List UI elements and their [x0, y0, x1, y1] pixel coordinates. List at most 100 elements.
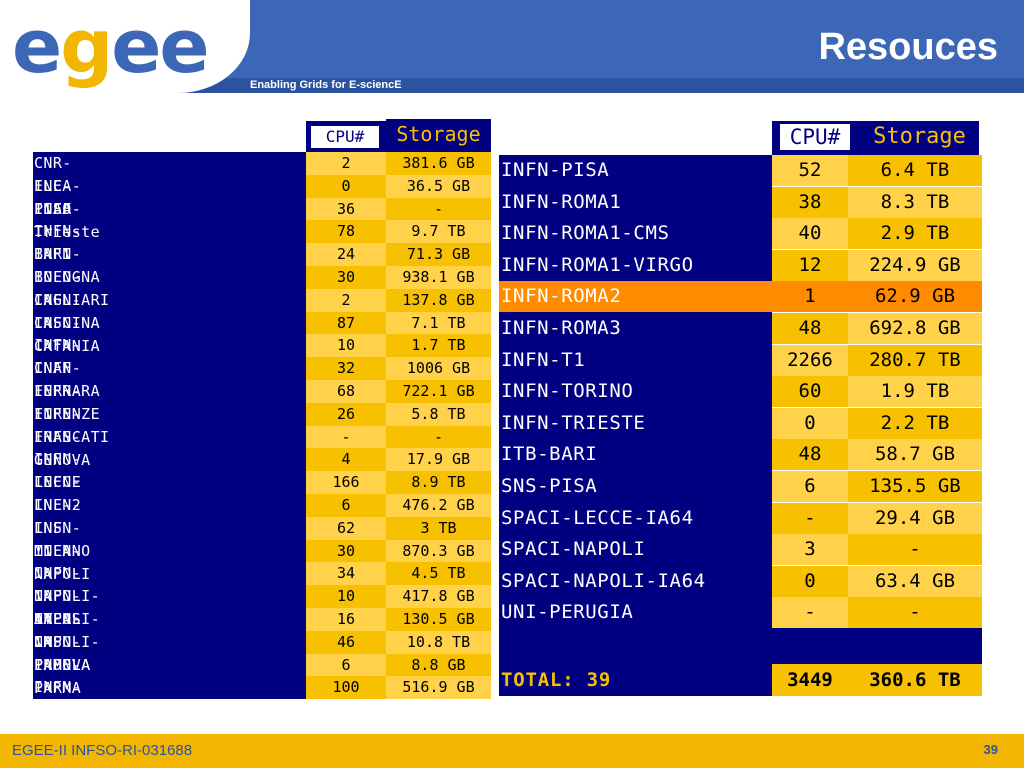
table-cell-cpu: 48 — [772, 313, 848, 344]
table-cell-storage: 9.7 TB — [386, 220, 491, 244]
table-cell-storage: 135.5 GB — [848, 471, 982, 502]
table-cell-storage: - — [386, 197, 491, 221]
table-row: SPACI-LECCE-IA64 -29.4 GB — [499, 502, 982, 534]
table-cell-storage: 381.6 GB — [386, 152, 491, 175]
table-row: SPACI-NAPOLI-IA64 0 63.4 GB — [499, 565, 982, 597]
table-row-name: INFN-ROMA1 — [501, 190, 622, 213]
table-row-name: INAF-Trieste — [34, 199, 101, 241]
table-row-name: INFN-TORINO — [501, 380, 634, 403]
table-cell-storage: 516.9 GB — [386, 676, 491, 700]
table-cell-cpu: 0 — [772, 565, 848, 597]
table-cell-storage: 2.2 TB — [848, 407, 982, 439]
table-cell-cpu: 2266 — [772, 344, 848, 376]
table-row-name: INFN-FERRARA — [34, 359, 101, 401]
table-cell-cpu: 1 — [772, 281, 848, 313]
table-row-name: INFN-ROMA1-VIRGO — [501, 253, 694, 276]
table-cell-cpu: 2 — [306, 288, 386, 312]
table-cell-cpu: 6 — [306, 494, 386, 517]
table-row-name: INFN-CNAF — [34, 336, 82, 378]
table-cell-cpu: 26 — [306, 402, 386, 426]
table-row-name: INFN-PISA — [501, 159, 610, 181]
table-cell-cpu: - — [772, 597, 848, 629]
table-row: INFN-T1 2266 280.7 TB — [499, 344, 982, 376]
table-row-name: INFN-GENOVA — [34, 427, 91, 469]
tagline: Enabling Grids for E-sciencE — [250, 79, 402, 91]
table-row: INFN-ROMA1-VIRGO 12 224.9 GB — [499, 249, 982, 281]
table-cell-storage: 10.8 TB — [386, 630, 491, 654]
table-cell-cpu: 10 — [306, 334, 386, 358]
table-row-name: INFN-PARMA — [34, 655, 82, 697]
table-row-name: INFN-ROMA3 — [501, 317, 622, 339]
table-cell-cpu: 46 — [306, 630, 386, 654]
table-cell-storage: 870.3 GB — [386, 539, 491, 563]
table-cell-storage: 29.4 GB — [848, 502, 982, 534]
table-cell-cpu: 6 — [306, 653, 386, 677]
table-cell-cpu: 38 — [772, 186, 848, 218]
table-cell-storage: 1.7 TB — [386, 334, 491, 358]
table-row-name: INFN-T1 — [501, 348, 586, 371]
table-cell-storage: 71.3 GB — [386, 243, 491, 267]
table-cell-storage: 17.9 GB — [386, 448, 491, 472]
table-row-name: INFN-ROMA2 — [501, 285, 622, 308]
table-row-name: INFN-LECCE — [34, 450, 82, 492]
table-row-name: INFN-CATANIA — [34, 313, 101, 355]
table-cell-storage: - — [848, 534, 982, 566]
table-cell-cpu: 16 — [306, 608, 386, 631]
table-row-name: INFN-NAPOLI-CMS — [34, 587, 101, 652]
table-row: UNI-PERUGIA - - — [499, 597, 982, 629]
table-row-name: INFN-MILANO — [34, 518, 91, 560]
table-row-name: INFN-ROMA1-CMS — [501, 222, 670, 245]
table-cell-storage: 417.8 GB — [386, 585, 491, 609]
table-row: INFN-ROMA1 38 8.3 TB — [499, 186, 982, 218]
table-row-name: INFN-LNL-2 — [34, 473, 82, 515]
table-cell-storage: 4.5 TB — [386, 562, 491, 586]
table-row-name: INFN-BOLOGNA — [34, 245, 101, 287]
table-cell-storage: 5.8 TB — [386, 402, 491, 426]
page-number: 39 — [983, 742, 998, 757]
table-cell-storage: 8.3 TB — [848, 186, 982, 218]
table-cell-cpu: 30 — [306, 266, 386, 289]
table-cell-storage: 8.8 GB — [386, 653, 491, 677]
table-cell-cpu: 32 — [306, 357, 386, 381]
table-cell-cpu: 0 — [772, 407, 848, 439]
table-cell-cpu: 3 — [772, 534, 848, 566]
total-row: TOTAL: 39 3449 360.6 TB — [499, 664, 982, 696]
table-row-name: SPACI-NAPOLI-IA64 — [501, 569, 706, 592]
table-cell-cpu: 62 — [306, 516, 386, 540]
table-row-name: INFN-FIRENZE — [34, 382, 101, 423]
table-cell-cpu: - — [306, 425, 386, 449]
total-cpu: 3449 — [772, 664, 848, 696]
table-cell-cpu: 12 — [772, 249, 848, 281]
table-cell-storage: 2.9 TB — [848, 218, 982, 250]
footer-project-id: EGEE-II INFSO-RI-031688 — [12, 742, 193, 759]
table-cell-cpu: 6 — [772, 471, 848, 502]
cpu-header: CPU# — [780, 124, 850, 150]
table-cell-cpu: - — [772, 502, 848, 534]
table-row-name: INFN-TRIESTE — [501, 411, 646, 434]
table-row-name: SPACI-LECCE-IA64 — [501, 506, 694, 529]
table-cell-cpu: 100 — [306, 676, 386, 700]
table-cell-cpu: 40 — [772, 218, 848, 250]
table-cell-cpu: 166 — [306, 471, 386, 495]
table-cell-storage: 58.7 GB — [848, 439, 982, 471]
total-label: TOTAL: 39 — [501, 669, 612, 691]
table-cell-cpu: 36 — [306, 197, 386, 221]
table-cell-storage: 6.4 TB — [848, 155, 982, 186]
egee-logo: egee — [12, 4, 210, 90]
table-cell-storage: 938.1 GB — [386, 266, 491, 289]
table-cell-cpu: 24 — [306, 243, 386, 267]
storage-header: Storage — [386, 119, 491, 152]
table-cell-storage: 476.2 GB — [386, 494, 491, 517]
table-cell-storage: 1.9 TB — [848, 376, 982, 408]
table-cell-storage: 7.1 TB — [386, 311, 491, 335]
table-row-name: INFN-PADOVA — [34, 632, 91, 674]
table-cell-cpu: 4 — [306, 448, 386, 472]
table-row-name: ENEA-INFO — [34, 176, 82, 218]
table-cell-storage: 3 TB — [386, 516, 491, 540]
table-row: INFN-ROMA3 48 692.8 GB — [499, 313, 982, 344]
total-storage: 360.6 TB — [848, 664, 982, 696]
table-row-name: INFN-NAPOLI-PAMELA — [34, 610, 101, 674]
table-cell-cpu: 48 — [772, 439, 848, 471]
table-cell-storage: 692.8 GB — [848, 313, 982, 344]
table-cell-storage: 280.7 TB — [848, 344, 982, 376]
